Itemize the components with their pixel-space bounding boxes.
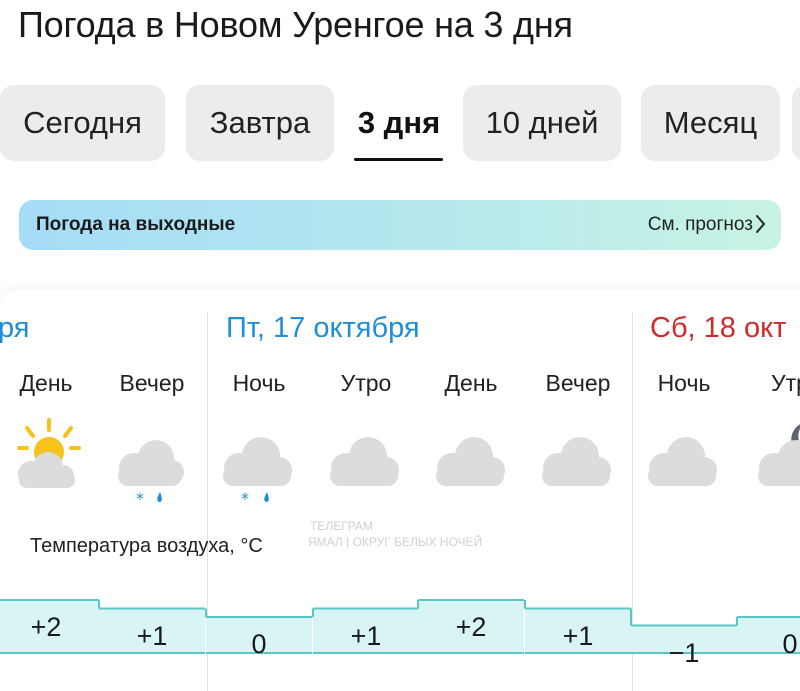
period-label: Ночь	[232, 370, 286, 396]
cloud-icon	[648, 437, 717, 486]
temperature-value: −1	[668, 637, 700, 668]
watermark: ТЕЛЕГРАМ ЯМАЛ | ОКРУГ БЕЛЫХ НОЧЕЙ	[308, 518, 482, 550]
see-forecast-link[interactable]: См. прогноз	[648, 214, 753, 236]
temperature-value: 0	[782, 629, 798, 659]
svg-text:*: *	[136, 489, 144, 508]
period-label: Утр	[771, 370, 800, 396]
page-title: Погода в Новом Уренгое на 3 дня	[18, 4, 573, 45]
moon-cloud-snow-rain-icon: *	[118, 418, 190, 508]
temperature-value: +1	[562, 620, 594, 651]
weekend-banner-title: Погода на выходные	[36, 214, 236, 235]
tab-3-days[interactable]: 3 дня	[346, 85, 452, 161]
tab-today[interactable]: Сегодня	[0, 85, 165, 161]
sun-cloud-icon	[17, 418, 81, 488]
tab-10-days[interactable]: 10 дней	[463, 85, 621, 161]
temperature-value: +2	[455, 612, 487, 642]
cloud-snow-rain-icon: *	[223, 437, 292, 508]
day-header-prev: ря	[0, 312, 30, 344]
period-label: День	[19, 370, 73, 396]
svg-text:*: *	[241, 489, 249, 508]
cloud-icon	[542, 437, 611, 486]
period-label: Утро	[340, 370, 392, 396]
watermark-line: ЯМАЛ | ОКРУГ БЕЛЫХ НОЧЕЙ	[308, 535, 483, 549]
period-label: День	[444, 370, 498, 396]
period-label: Вечер	[545, 370, 611, 396]
weekend-banner[interactable]: Погода на выходные См. прогноз	[19, 200, 781, 250]
tab-more[interactable]	[792, 85, 800, 161]
tab-tomorrow[interactable]: Завтра	[186, 85, 334, 161]
temperature-value: +2	[30, 612, 62, 642]
active-tab-indicator	[354, 158, 443, 161]
period-label: Ночь	[657, 370, 711, 396]
temperature-value: +1	[350, 620, 382, 651]
watermark-line: ТЕЛЕГРАМ	[310, 519, 373, 533]
cloud-icon	[436, 437, 505, 486]
chevron-right-icon	[756, 215, 765, 233]
day-header-fri-17: Пт, 17 октября	[226, 312, 420, 344]
cloud-icon	[330, 437, 399, 486]
moon-cloud-icon	[758, 424, 800, 486]
temperature-value: +1	[136, 620, 168, 651]
air-temperature-label: Температура воздуха, °C	[30, 535, 263, 557]
tab-month[interactable]: Месяц	[641, 85, 780, 161]
temperature-value: 0	[251, 629, 267, 659]
day-header-sat-18: Сб, 18 окт	[650, 312, 787, 344]
period-label: Вечер	[119, 370, 185, 396]
